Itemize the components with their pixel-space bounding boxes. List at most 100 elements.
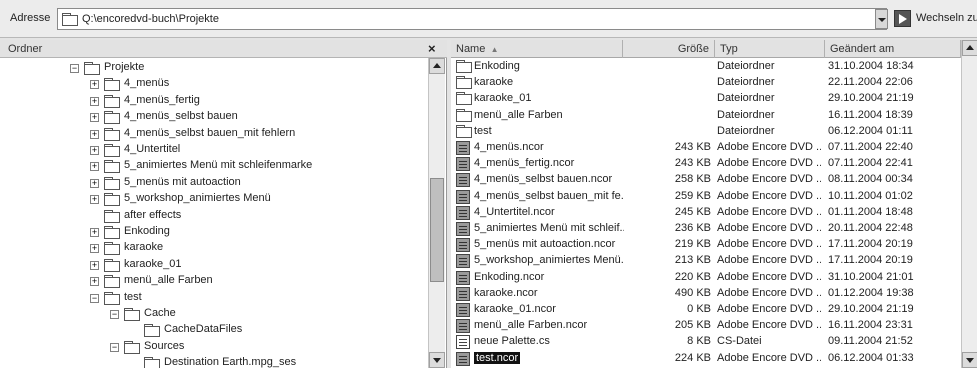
tree-item-label: 4_menüs_fertig — [124, 93, 200, 106]
encore-project-icon — [456, 303, 470, 317]
file-row[interactable]: 4_menüs.ncor 243 KB Adobe Encore DVD ... 07… — [451, 140, 961, 156]
expand-plus-icon[interactable] — [90, 80, 99, 90]
encore-project-icon — [456, 222, 470, 236]
expand-plus-icon[interactable] — [90, 260, 99, 270]
encore-project-icon — [456, 173, 470, 188]
sort-ascending-icon: ▲ — [488, 45, 499, 54]
file-type: Adobe Encore DVD ... — [717, 205, 821, 218]
column-type-label: Typ — [720, 43, 738, 55]
file-row[interactable]: karaoke_01.ncor 0 KB Adobe Encore DVD ... 2… — [451, 302, 961, 318]
file-size: 213 KB — [674, 254, 711, 267]
folder-icon — [104, 242, 120, 256]
encore-project-icon — [456, 351, 470, 366]
file-row[interactable]: 5_workshop_animiertes Menü... 213 KB Adobe… — [451, 253, 961, 269]
folder-tree-scrollbar[interactable] — [428, 58, 445, 368]
file-row[interactable]: test Dateiordner 06.12.2004 01:11 — [451, 124, 961, 140]
folder-icon — [84, 62, 100, 75]
file-modified-date: 07.11.2004 22:40 — [828, 141, 913, 153]
file-list: Enkoding Dateiordner 31.10.2004 18:34 karao… — [451, 58, 961, 368]
tree-item-label: menü_alle Farben — [124, 274, 213, 287]
collapse-minus-icon[interactable] — [110, 342, 119, 352]
file-type: Dateiordner — [717, 76, 775, 89]
collapse-minus-icon[interactable] — [110, 310, 119, 319]
folder-icon — [104, 78, 120, 92]
close-icon[interactable]: × — [428, 41, 436, 56]
file-row[interactable]: 5_animiertes Menü mit schleif... 236 KB Ad… — [451, 221, 961, 237]
file-name: Enkoding.ncor — [474, 270, 545, 283]
folder-icon — [104, 209, 120, 223]
file-row[interactable]: 4_Untertitel.ncor 245 KB Adobe Encore DVD … — [451, 205, 961, 221]
go-button[interactable]: Wechseln zu — [894, 8, 977, 30]
file-type: Adobe Encore DVD ... — [717, 238, 821, 251]
expand-plus-icon[interactable] — [90, 96, 99, 106]
address-input[interactable]: Q:\encoredvd-buch\Projekte — [57, 8, 887, 30]
file-modified-date: 22.11.2004 22:06 — [828, 76, 913, 89]
file-row[interactable]: karaoke.ncor 490 KB Adobe Encore DVD ... 01… — [451, 286, 961, 302]
explorer-window: Adresse Q:\encoredvd-buch\Projekte Wechs… — [0, 0, 977, 368]
file-list-scrollbar[interactable] — [961, 40, 977, 368]
file-name: 4_menüs_selbst bauen.ncor — [474, 173, 613, 186]
file-modified-date: 31.10.2004 18:34 — [828, 60, 914, 72]
folder-icon — [124, 340, 140, 354]
tree-item-label: 4_menüs_selbst bauen — [124, 110, 238, 123]
file-row[interactable]: 4_menüs_selbst bauen_mit fe... 259 KB Adob… — [451, 189, 961, 205]
file-row[interactable]: Enkoding Dateiordner 31.10.2004 18:34 — [451, 59, 961, 75]
file-modified-date: 29.10.2004 21:19 — [828, 92, 914, 105]
file-row[interactable]: menü_alle Farben.ncor 205 KB Adobe Encore … — [451, 318, 961, 334]
file-row[interactable]: karaoke_01 Dateiordner 29.10.2004 21:19 — [451, 91, 961, 107]
tree-item-label: Sources — [144, 339, 185, 352]
file-row[interactable]: menü_alle Farben Dateiordner 16.11.2004 18… — [451, 108, 961, 124]
file-row[interactable]: neue Palette.cs 8 KB CS-Datei 09.11.2004 21… — [451, 334, 961, 350]
collapse-minus-icon[interactable] — [90, 293, 99, 303]
tree-item-label: Destination Earth.mpg_ses — [164, 356, 297, 368]
file-name: karaoke_01 — [474, 92, 532, 105]
scroll-up-arrow-icon[interactable] — [429, 58, 445, 74]
expand-plus-icon[interactable] — [90, 162, 99, 172]
folders-pane-header: Ordner × — [0, 40, 447, 58]
file-modified-date: 08.11.2004 00:34 — [828, 173, 913, 186]
scroll-down-arrow-icon[interactable] — [429, 352, 445, 368]
expand-plus-icon[interactable] — [90, 178, 99, 188]
column-date-label: Geändert am — [830, 43, 895, 55]
folder-icon — [124, 308, 140, 321]
column-header-date[interactable]: Geändert am — [825, 40, 961, 58]
expand-plus-icon[interactable] — [90, 228, 99, 237]
file-type: Dateiordner — [717, 124, 775, 137]
file-row[interactable]: 5_menüs mit autoaction.ncor 219 KB Adobe E… — [451, 237, 961, 253]
folder-icon — [144, 357, 160, 368]
address-dropdown-button[interactable] — [875, 9, 888, 29]
file-row[interactable]: Enkoding.ncor 220 KB Adobe Encore DVD ... 3… — [451, 270, 961, 286]
file-type: CS-Datei — [717, 335, 762, 348]
expand-plus-icon[interactable] — [90, 113, 99, 123]
column-header-size[interactable]: Größe — [623, 40, 715, 58]
file-name: test.ncor — [474, 351, 624, 364]
file-modified-date: 20.11.2004 22:48 — [828, 222, 913, 234]
file-list-header: Name ▲ Größe Typ Geändert am — [451, 40, 961, 58]
scrollbar-thumb[interactable] — [430, 178, 444, 282]
file-type: Adobe Encore DVD ... — [717, 157, 821, 170]
file-row[interactable]: 4_menüs_fertig.ncor 243 KB Adobe Encore DV… — [451, 156, 961, 172]
file-type: Adobe Encore DVD ... — [717, 254, 821, 267]
file-row[interactable]: 4_menüs_selbst bauen.ncor 258 KB Adobe Enc… — [451, 172, 961, 188]
folder-icon — [104, 160, 120, 174]
scroll-up-arrow-icon[interactable] — [962, 40, 977, 56]
file-name: menü_alle Farben.ncor — [474, 319, 588, 332]
expand-plus-icon[interactable] — [90, 244, 99, 254]
encore-project-icon — [456, 270, 470, 285]
scroll-down-arrow-icon[interactable] — [962, 352, 977, 368]
expand-plus-icon[interactable] — [90, 129, 99, 139]
expand-plus-icon[interactable] — [90, 277, 99, 287]
file-modified-date: 09.11.2004 21:52 — [828, 335, 913, 348]
collapse-minus-icon[interactable] — [70, 64, 79, 73]
expand-plus-icon[interactable] — [90, 195, 99, 205]
column-header-name[interactable]: Name ▲ — [451, 40, 623, 58]
folder-icon — [104, 275, 120, 289]
column-header-type[interactable]: Typ — [715, 40, 825, 58]
expand-plus-icon[interactable] — [90, 146, 99, 155]
go-arrow-icon — [894, 10, 911, 27]
file-row[interactable]: test.ncor 224 KB Adobe Encore DVD ... 06.12… — [451, 351, 961, 367]
file-modified-date: 06.12.2004 01:11 — [828, 124, 913, 137]
address-label: Adresse — [10, 12, 51, 24]
column-size-label: Größe — [677, 43, 709, 55]
file-row[interactable]: karaoke Dateiordner 22.11.2004 22:06 — [451, 75, 961, 91]
